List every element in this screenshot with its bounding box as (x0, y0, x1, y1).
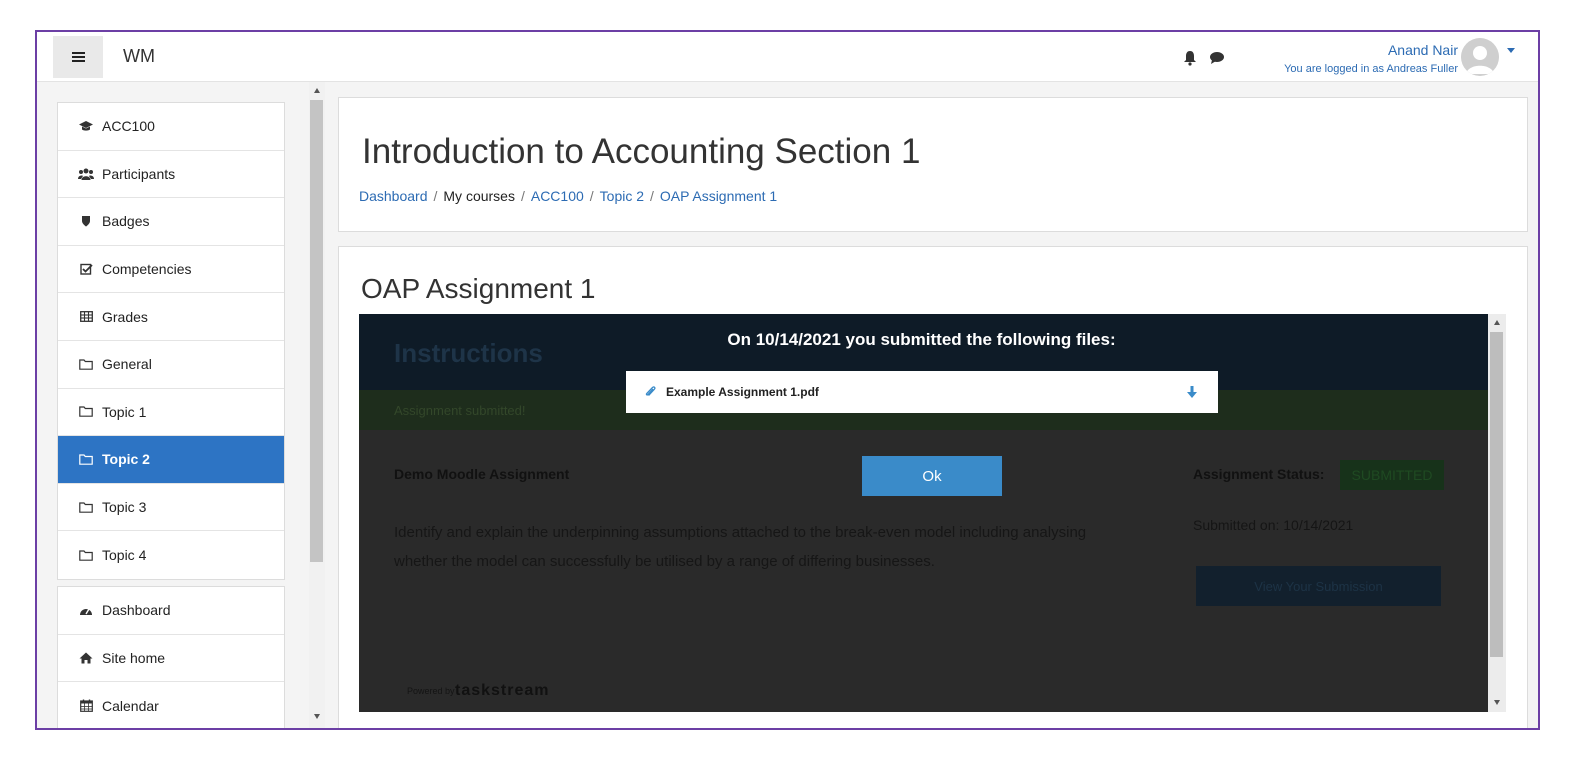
view-submission-button[interactable]: View Your Submission (1196, 566, 1441, 606)
nav-item-label: Topic 3 (102, 499, 147, 516)
hamburger-icon (71, 52, 85, 62)
assignment-name: Demo Moodle Assignment (394, 466, 570, 482)
breadcrumb-separator: / (589, 188, 594, 204)
download-arrow-icon[interactable] (1186, 385, 1198, 399)
page-title: Introduction to Accounting Section 1 (362, 132, 921, 171)
nav-item-grades[interactable]: Grades (58, 293, 284, 341)
nav-item-acc100[interactable]: ACC100 (58, 103, 284, 151)
nav-item-label: ACC100 (102, 118, 155, 135)
breadcrumb-acc100[interactable]: ACC100 (531, 188, 584, 204)
app-frame: WM Anand Nair You are logged in as Andre… (35, 30, 1540, 730)
embed-scrollbar-thumb[interactable] (1490, 332, 1503, 657)
nav-item-label: Competencies (102, 261, 192, 278)
user-name-link[interactable]: Anand Nair (1388, 42, 1458, 58)
nav-item-label: Badges (102, 213, 150, 230)
ok-button[interactable]: Ok (862, 456, 1002, 496)
folder-icon (78, 357, 94, 371)
user-menu-caret-icon[interactable] (1507, 48, 1515, 53)
breadcrumb-oap-assignment-1[interactable]: OAP Assignment 1 (660, 188, 777, 204)
nav-item-general[interactable]: General (58, 341, 284, 389)
course-nav-group: ACC100 Participants Badges Competencies (57, 102, 285, 580)
table-icon (78, 310, 94, 324)
drawer-scrollbar-thumb[interactable] (310, 100, 323, 562)
drawer-toggle-button[interactable] (53, 36, 103, 78)
site-nav-group: Dashboard Site home Calendar (57, 585, 285, 728)
calendar-icon (78, 699, 94, 713)
folder-icon (78, 548, 94, 562)
nav-item-site-home[interactable]: Site home (58, 635, 284, 683)
nav-item-dashboard[interactable]: Dashboard (58, 587, 284, 635)
messages-chat-icon[interactable] (1209, 51, 1225, 65)
folder-icon (78, 500, 94, 514)
nav-item-label: Dashboard (102, 602, 171, 619)
nav-item-label: Topic 1 (102, 403, 147, 420)
user-avatar[interactable] (1461, 38, 1499, 76)
submitted-banner-text: Assignment submitted! (394, 403, 526, 418)
breadcrumb-separator: / (433, 188, 438, 204)
nav-item-calendar[interactable]: Calendar (58, 682, 284, 728)
status-badge: SUBMITTED (1340, 460, 1444, 490)
submitted-file-row[interactable]: Example Assignment 1.pdf (626, 371, 1218, 413)
check-square-icon (78, 262, 94, 276)
assignment-status-label: Assignment Status: (1193, 466, 1325, 482)
taskstream-embed: Instructions Assignment submitted! Demo … (359, 314, 1506, 712)
scroll-up-arrow-icon[interactable] (314, 88, 320, 93)
nav-item-competencies[interactable]: Competencies (58, 246, 284, 294)
shield-icon (78, 214, 94, 228)
taskstream-logo: taskstream (455, 682, 550, 699)
nav-item-label: Site home (102, 649, 166, 666)
breadcrumb: Dashboard / My courses / ACC100 / Topic … (359, 188, 777, 204)
folder-icon (78, 405, 94, 419)
site-brand[interactable]: WM (123, 46, 155, 67)
scroll-down-arrow-icon[interactable] (314, 714, 320, 719)
submitted-on-text: Submitted on: 10/14/2021 (1193, 517, 1354, 533)
breadcrumb-separator: / (650, 188, 654, 204)
logged-in-as-text: You are logged in as Andreas Fuller (1284, 63, 1458, 75)
nav-item-badges[interactable]: Badges (58, 198, 284, 246)
nav-item-label: General (102, 356, 152, 373)
powered-by-text: Powered by (407, 686, 455, 696)
paperclip-icon (645, 386, 656, 396)
notifications-bell-icon[interactable] (1183, 50, 1197, 66)
top-navbar: WM Anand Nair You are logged in as Andre… (37, 32, 1538, 82)
folder-icon (78, 452, 94, 466)
nav-item-topic-1[interactable]: Topic 1 (58, 389, 284, 437)
breadcrumb-my-courses: My courses (443, 188, 515, 204)
nav-item-label: Topic 4 (102, 547, 147, 564)
home-icon (78, 651, 94, 665)
nav-item-participants[interactable]: Participants (58, 151, 284, 199)
submission-modal-heading: On 10/14/2021 you submitted the followin… (727, 330, 1116, 349)
submitted-file-name[interactable]: Example Assignment 1.pdf (666, 385, 819, 399)
nav-item-topic-3[interactable]: Topic 3 (58, 484, 284, 532)
avatar-silhouette-icon (1461, 38, 1499, 76)
graduation-cap-icon (78, 119, 94, 133)
nav-item-label: Topic 2 (102, 451, 150, 468)
nav-item-topic-2[interactable]: Topic 2 (58, 436, 284, 484)
page-header-card: Introduction to Accounting Section 1 Das… (338, 97, 1528, 232)
breadcrumb-dashboard[interactable]: Dashboard (359, 188, 428, 204)
assignment-description: Identify and explain the underpinning as… (394, 524, 1087, 570)
users-icon (78, 167, 94, 181)
nav-item-label: Calendar (102, 697, 159, 714)
tachometer-icon (78, 603, 94, 617)
scroll-down-arrow-icon[interactable] (1494, 700, 1500, 705)
nav-drawer: ACC100 Participants Badges Competencies (57, 102, 285, 728)
breadcrumb-separator: / (520, 188, 525, 204)
nav-item-label: Participants (102, 165, 176, 182)
scroll-up-arrow-icon[interactable] (1494, 320, 1500, 325)
nav-item-label: Grades (102, 308, 148, 325)
nav-item-topic-4[interactable]: Topic 4 (58, 531, 284, 579)
activity-title: OAP Assignment 1 (361, 273, 596, 304)
breadcrumb-topic-2[interactable]: Topic 2 (600, 188, 644, 204)
